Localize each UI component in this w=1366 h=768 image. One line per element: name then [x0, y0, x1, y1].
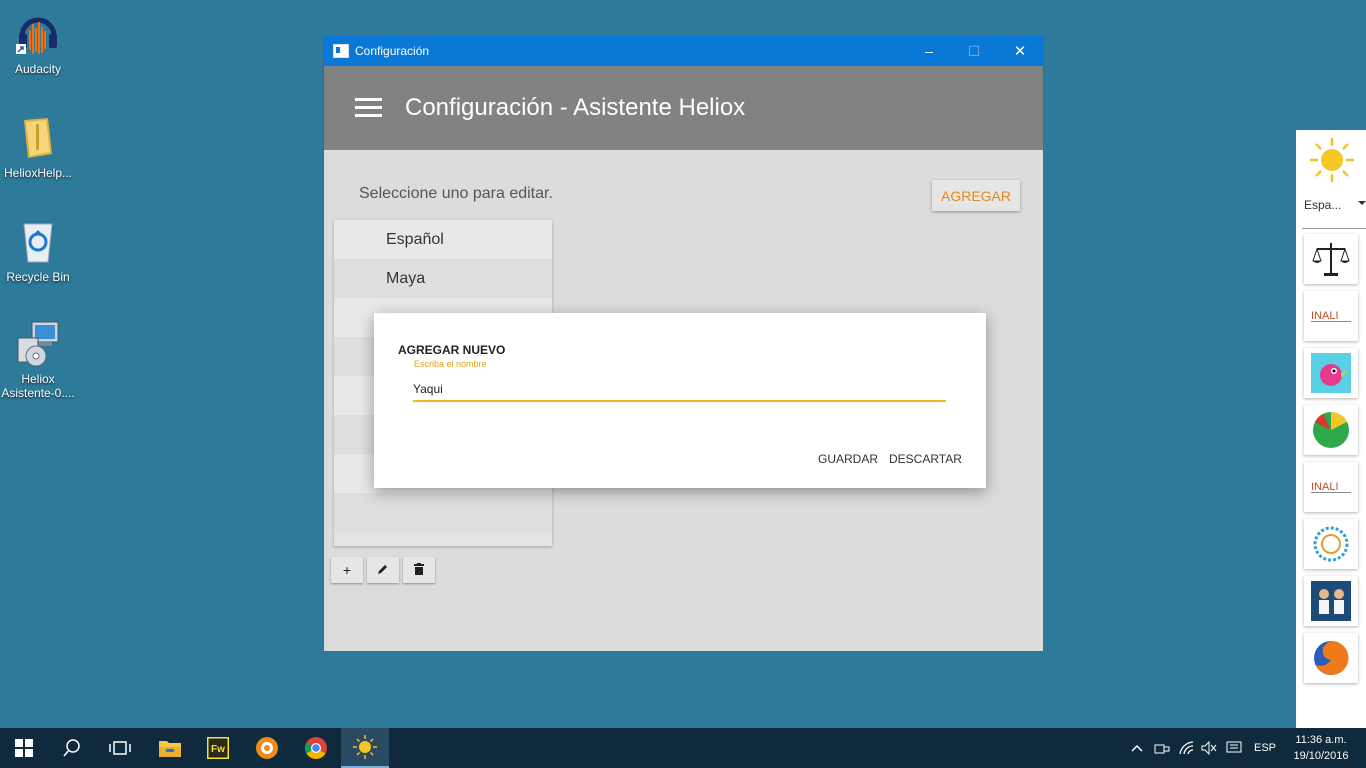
pink-bird-icon[interactable] — [1304, 348, 1358, 398]
window-title: Configuración — [355, 44, 430, 58]
sun-logo-icon[interactable] — [1308, 136, 1356, 184]
trash-icon — [414, 562, 424, 578]
select-prompt: Seleccione uno para editar. — [359, 185, 553, 202]
desktop-icon-label: HelioxHelp... — [3, 166, 73, 180]
app-bar: Configuración - Asistente Heliox — [324, 66, 1043, 150]
orange-app-icon — [256, 737, 278, 759]
desktop-icon-recycle-bin[interactable]: Recycle Bin — [0, 218, 76, 284]
recycle-bin-icon — [14, 218, 62, 266]
sun-icon — [353, 735, 377, 759]
task-view-button[interactable] — [96, 728, 144, 768]
task-view-icon — [109, 741, 131, 755]
taskbar: Fw ESP 11:36 a.m. 19/10/2016 — [0, 728, 1366, 768]
search-button[interactable] — [48, 728, 96, 768]
children-icon[interactable] — [1304, 576, 1358, 626]
desktop-icon-helioxhelp[interactable]: HelioxHelp... — [0, 114, 76, 180]
desktop-icon-label: Recycle Bin — [6, 270, 70, 284]
save-button[interactable]: GUARDAR — [818, 452, 878, 466]
discard-button[interactable]: DESCARTAR — [889, 452, 962, 466]
circular-emblem-icon[interactable] — [1304, 519, 1358, 569]
window-titlebar[interactable]: Configuración – ☐ ✕ — [324, 36, 1043, 66]
svg-text:INALI: INALI — [1311, 481, 1339, 493]
clock-date: 19/10/2016 — [1293, 750, 1349, 762]
close-button[interactable]: ✕ — [997, 36, 1043, 66]
heliox-side-panel: Espa... INALI INALI — [1296, 130, 1366, 728]
list-item[interactable] — [334, 493, 552, 532]
windows-logo-icon — [15, 739, 33, 757]
desktop-icon-label: Heliox Asistente-0.... — [1, 372, 75, 400]
taskbar-fireworks[interactable]: Fw — [194, 728, 242, 768]
minimize-button[interactable]: – — [906, 36, 952, 66]
scales-justice-icon[interactable] — [1304, 234, 1358, 284]
dialog-title: AGREGAR NUEVO — [398, 343, 506, 357]
device-tray-icon[interactable] — [1154, 728, 1170, 768]
firefox-icon[interactable] — [1304, 633, 1358, 683]
volume-muted-icon[interactable] — [1201, 728, 1217, 768]
audacity-icon — [14, 10, 62, 58]
file-explorer-icon — [159, 741, 181, 757]
page-title: Configuración - Asistente Heliox — [405, 94, 746, 121]
pie-chart-app-icon[interactable] — [1304, 405, 1358, 455]
taskbar-file-explorer[interactable] — [146, 728, 194, 768]
desktop-icon-label: Audacity — [14, 62, 62, 76]
inali-logo-icon[interactable]: INALI — [1304, 291, 1358, 341]
name-field-hint: Escriba el nombre — [414, 359, 487, 369]
taskbar-orange-app[interactable] — [243, 728, 291, 768]
delete-item-button[interactable] — [403, 557, 435, 583]
desktop-icon-heliox-installer[interactable]: Heliox Asistente-0.... — [0, 320, 76, 400]
add-button[interactable]: AGREGAR — [932, 180, 1020, 211]
svg-text:Fw: Fw — [211, 744, 225, 755]
add-item-button[interactable]: + — [331, 557, 363, 583]
svg-text:INALI: INALI — [1311, 310, 1339, 322]
edit-item-button[interactable] — [367, 557, 399, 583]
plus-icon: + — [342, 562, 352, 578]
input-language-indicator[interactable]: ESP — [1254, 728, 1276, 768]
list-item[interactable]: Maya — [334, 259, 552, 298]
taskbar-heliox[interactable] — [341, 728, 389, 768]
clock-time: 11:36 a.m. — [1295, 734, 1347, 746]
language-selector[interactable]: Espa... — [1304, 198, 1341, 212]
pencil-icon — [377, 562, 389, 578]
taskbar-chrome[interactable] — [292, 728, 340, 768]
panel-divider — [1302, 228, 1366, 229]
installer-icon — [14, 320, 62, 368]
add-new-dialog: AGREGAR NUEVO Escriba el nombre GUARDAR … — [374, 313, 986, 488]
list-item[interactable]: Español — [334, 220, 552, 259]
search-icon — [63, 739, 80, 757]
inali-logo-icon-2[interactable]: INALI — [1304, 462, 1358, 512]
dropdown-caret-icon[interactable] — [1358, 201, 1366, 205]
wifi-icon[interactable] — [1179, 728, 1195, 768]
show-hidden-icons-button[interactable] — [1131, 728, 1143, 768]
notifications-icon[interactable] — [1226, 728, 1242, 768]
maximize-button[interactable]: ☐ — [951, 36, 997, 66]
chrome-icon — [304, 737, 327, 759]
start-button[interactable] — [0, 728, 48, 768]
hamburger-menu-icon[interactable] — [355, 98, 383, 118]
window-app-icon — [333, 44, 349, 58]
name-input[interactable] — [413, 378, 946, 402]
chevron-up-icon — [1131, 744, 1143, 752]
fireworks-icon: Fw — [207, 737, 229, 759]
system-clock[interactable]: 11:36 a.m. 19/10/2016 — [1286, 732, 1356, 764]
folder-icon — [14, 114, 62, 162]
desktop-icon-audacity[interactable]: Audacity — [0, 10, 76, 76]
